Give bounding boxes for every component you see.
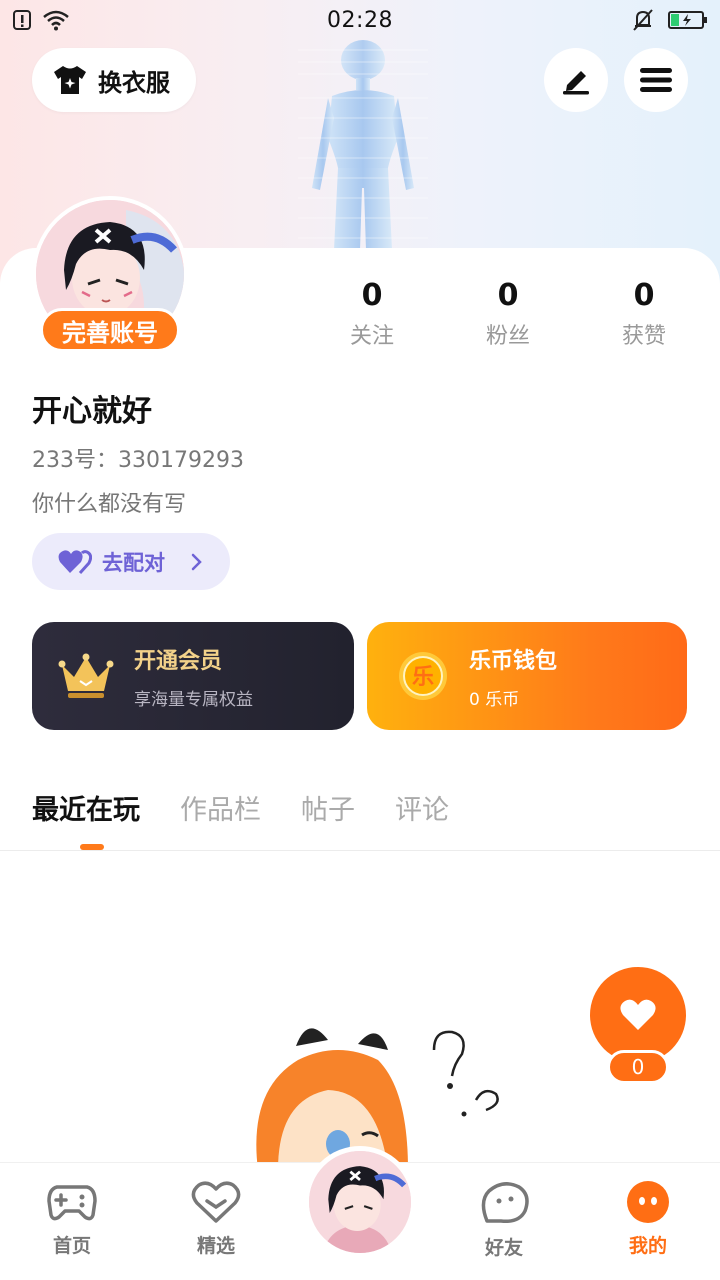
stat-following-value: 0 xyxy=(361,278,383,313)
stat-followers-label: 粉丝 xyxy=(485,324,530,349)
nav-avatar-illustration xyxy=(309,1151,411,1253)
stat-likes-label: 获赞 xyxy=(621,324,666,349)
stat-likes[interactable]: 0 获赞 xyxy=(584,278,704,350)
nav-home-label: 首页 xyxy=(52,1235,91,1257)
chevron-right-icon xyxy=(191,553,202,570)
vip-title: 开通会员 xyxy=(134,648,223,674)
face-icon xyxy=(627,1181,669,1223)
tab-posts[interactable]: 帖子 xyxy=(301,788,355,827)
user-id: 233号：330179293 xyxy=(32,448,244,473)
stat-likes-value: 0 xyxy=(633,278,655,313)
stat-following-label: 关注 xyxy=(349,324,394,349)
nav-me-label: 我的 xyxy=(628,1235,667,1257)
nav-friends-label: 好友 xyxy=(484,1237,523,1259)
nav-center-avatar[interactable] xyxy=(304,1146,416,1258)
bubble-icon xyxy=(481,1182,529,1224)
stat-following[interactable]: 0 关注 xyxy=(312,278,432,350)
coin-icon: 乐 xyxy=(399,652,447,700)
nav-home[interactable]: 首页 xyxy=(22,1181,122,1258)
heart-icon xyxy=(620,999,656,1030)
status-right xyxy=(588,8,708,32)
change-outfit-label: 换衣服 xyxy=(98,68,170,97)
crown-icon xyxy=(58,653,114,698)
wallet-card[interactable]: 乐 乐币钱包 0 乐币 xyxy=(367,622,687,730)
nav-featured-label: 精选 xyxy=(196,1235,235,1257)
like-count: 0 xyxy=(607,1050,669,1084)
mute-bell-icon xyxy=(633,9,653,31)
tab-comments[interactable]: 评论 xyxy=(395,788,449,827)
stat-followers[interactable]: 0 粉丝 xyxy=(448,278,568,350)
status-left xyxy=(12,8,132,32)
heart-icon xyxy=(58,549,92,574)
notification-alert-icon xyxy=(13,10,31,30)
tabs-divider xyxy=(0,850,720,851)
edit-profile-button[interactable] xyxy=(544,48,608,112)
vip-card[interactable]: 开通会员 享海量专属权益 xyxy=(32,622,354,730)
nav-featured[interactable]: 精选 xyxy=(166,1181,266,1258)
status-time: 02:28 xyxy=(327,7,393,33)
heart-outline-icon xyxy=(191,1181,241,1223)
vip-card-text: 开通会员 享海量专属权益 xyxy=(134,643,253,710)
nickname: 开心就好 xyxy=(32,394,152,429)
tab-works[interactable]: 作品栏 xyxy=(180,788,261,827)
content-tabs: 最近在玩 作品栏 帖子 评论 xyxy=(32,788,449,827)
coin-glyph: 乐 xyxy=(412,665,434,690)
complete-account-badge[interactable]: 完善账号 xyxy=(40,308,180,352)
stat-followers-value: 0 xyxy=(497,278,519,313)
status-bar: 02:28 xyxy=(0,0,720,40)
like-fab[interactable] xyxy=(590,967,686,1063)
menu-button[interactable] xyxy=(624,48,688,112)
battery-icon xyxy=(668,11,707,29)
tab-recently-played[interactable]: 最近在玩 xyxy=(32,788,140,827)
gamepad-icon xyxy=(47,1185,97,1221)
change-outfit-button[interactable]: 换衣服 xyxy=(32,48,196,112)
match-button[interactable]: 去配对 xyxy=(32,533,230,590)
pencil-icon xyxy=(563,71,589,95)
wallet-title: 乐币钱包 xyxy=(469,648,558,674)
avatar-3d-placeholder xyxy=(298,40,428,250)
shirt-icon xyxy=(54,66,86,94)
wallet-card-text: 乐币钱包 0 乐币 xyxy=(469,643,557,710)
nav-me[interactable]: 我的 xyxy=(598,1181,698,1258)
bio: 你什么都没有写 xyxy=(32,492,187,517)
nav-friends[interactable]: 好友 xyxy=(454,1181,554,1260)
wifi-icon xyxy=(43,10,69,31)
menu-icon xyxy=(640,68,672,92)
match-label: 去配对 xyxy=(102,550,165,575)
vip-subtitle: 享海量专属权益 xyxy=(134,689,253,710)
wallet-subtitle: 0 乐币 xyxy=(469,689,520,710)
